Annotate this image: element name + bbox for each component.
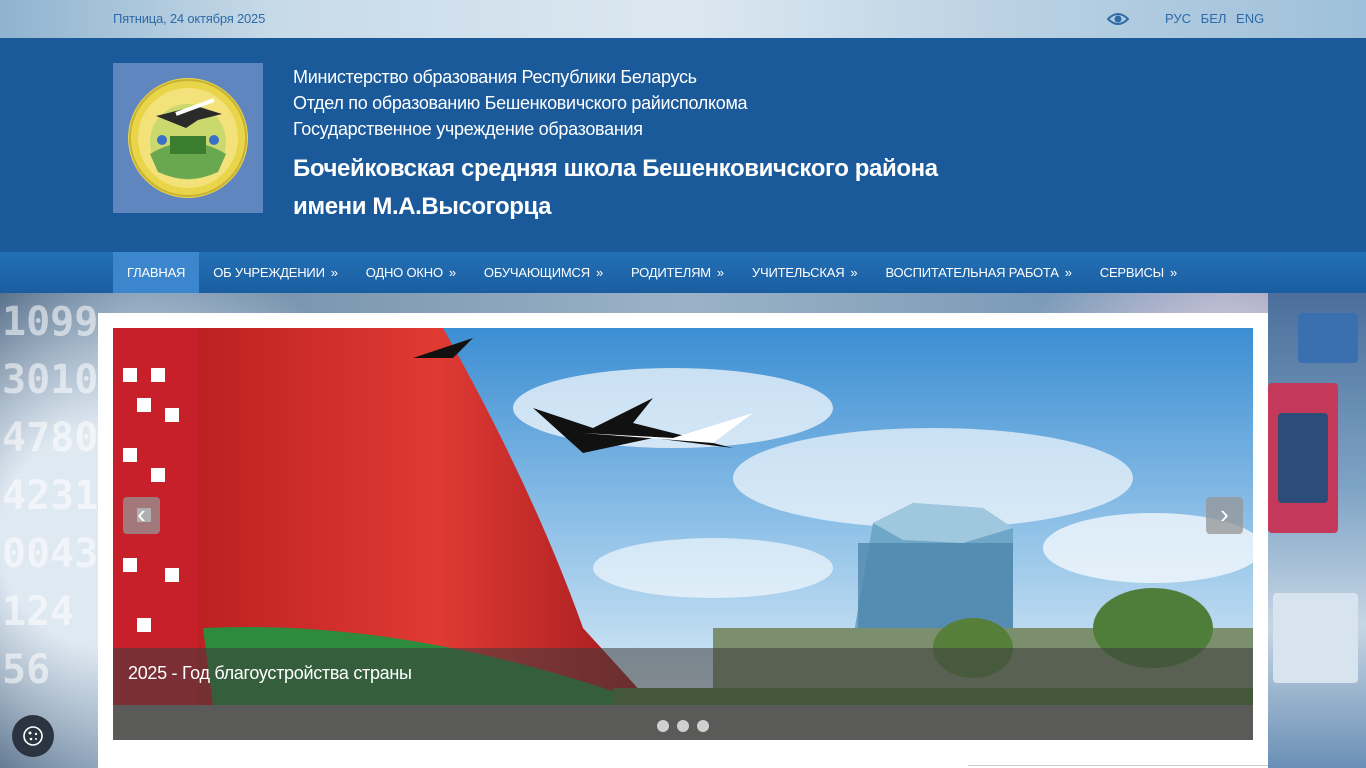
submenu-arrow-icon: » (1170, 265, 1178, 280)
nav-item-7[interactable]: ВОСПИТАТЕЛЬНАЯ РАБОТА » (871, 252, 1085, 293)
school-logo[interactable] (113, 63, 263, 213)
slide-caption: 2025 - Год благоустройства страны (128, 663, 412, 683)
background-screens (1268, 293, 1366, 768)
nav-item-label: УЧИТЕЛЬСКАЯ (751, 265, 845, 280)
lang-bel[interactable]: БЕЛ (1201, 11, 1227, 26)
eye-icon[interactable] (1107, 11, 1129, 27)
chevron-right-icon: › (1220, 499, 1229, 529)
nav-item-5[interactable]: РОДИТЕЛЯМ » (617, 252, 738, 293)
background-digits: 1099 3010 4780 4231 0043 124 56 (2, 299, 99, 693)
nav-item-label: СЕРВИСЫ (1099, 265, 1164, 280)
submenu-arrow-icon: » (448, 265, 456, 280)
current-date: Пятница, 24 октября 2025 (113, 11, 266, 26)
school-name: Бочейковская средняя школа Бешенковичско… (293, 155, 938, 220)
nav-item-label: ОБУЧАЮЩИМСЯ (483, 265, 590, 280)
nav-item-6[interactable]: УЧИТЕЛЬСКАЯ » (738, 252, 872, 293)
content-card: 2025 - Год благоустройства страны ‹ › (98, 313, 1268, 768)
slider-dot[interactable] (697, 720, 709, 732)
department-line: Отдел по образованию Бешенковичского рай… (293, 93, 748, 113)
lang-eng[interactable]: ENG (1236, 11, 1264, 26)
lang-rus[interactable]: РУС (1165, 11, 1191, 26)
ministry-line: Министерство образования Республики Бела… (293, 67, 697, 87)
main-navigation: ГЛАВНАЯ ОБ УЧРЕЖДЕНИИ» ОДНО ОКНО» ОБУЧАЮЩИМ… (0, 252, 1366, 293)
chevron-left-icon: ‹ (137, 499, 146, 529)
header-titles: Министерство образования Республики Бела… (293, 64, 973, 226)
site-header: Министерство образования Республики Бела… (0, 38, 1366, 252)
submenu-arrow-icon: » (330, 265, 338, 280)
nav-item-label: ГЛАВНАЯ (127, 265, 186, 280)
language-switcher: РУС БЕЛ ENG (1165, 11, 1270, 26)
submenu-arrow-icon: » (850, 265, 858, 280)
slider-next-button[interactable]: › (1206, 497, 1243, 534)
nav-item-label: ОБ УЧРЕЖДЕНИИ (213, 265, 325, 280)
nav-item-2[interactable]: ОБ УЧРЕЖДЕНИИ » (199, 252, 352, 293)
slider-pagination (657, 720, 709, 732)
submenu-arrow-icon: » (1064, 265, 1072, 280)
slider-dot[interactable] (677, 720, 689, 732)
cookie-icon (23, 726, 43, 746)
nav-item-label: РОДИТЕЛЯМ (630, 265, 711, 280)
nav-item-8[interactable]: СЕРВИСЫ » (1086, 252, 1191, 293)
nav-list: ГЛАВНАЯ ОБ УЧРЕЖДЕНИИ» ОДНО ОКНО» ОБУЧАЮЩИМ… (113, 252, 1191, 293)
submenu-arrow-icon: » (595, 265, 603, 280)
nav-item-1[interactable]: ГЛАВНАЯ (113, 252, 200, 293)
image-slider: 2025 - Год благоустройства страны ‹ › (113, 328, 1253, 740)
slider-prev-button[interactable]: ‹ (123, 497, 160, 534)
nav-item-3[interactable]: ОДНО ОКНО » (352, 252, 470, 293)
top-bar: Пятница, 24 октября 2025 РУС БЕЛ ENG (0, 0, 1366, 38)
submenu-arrow-icon: » (716, 265, 724, 280)
slider-dot[interactable] (657, 720, 669, 732)
nav-item-label: ВОСПИТАТЕЛЬНАЯ РАБОТА (885, 265, 1059, 280)
cookie-settings-button[interactable] (12, 715, 54, 757)
nav-item-4[interactable]: ОБУЧАЮЩИМСЯ » (470, 252, 617, 293)
school-emblem-icon (128, 78, 248, 198)
institution-type-line: Государственное учреждение образования (293, 119, 643, 139)
nav-item-label: ОДНО ОКНО (365, 265, 443, 280)
